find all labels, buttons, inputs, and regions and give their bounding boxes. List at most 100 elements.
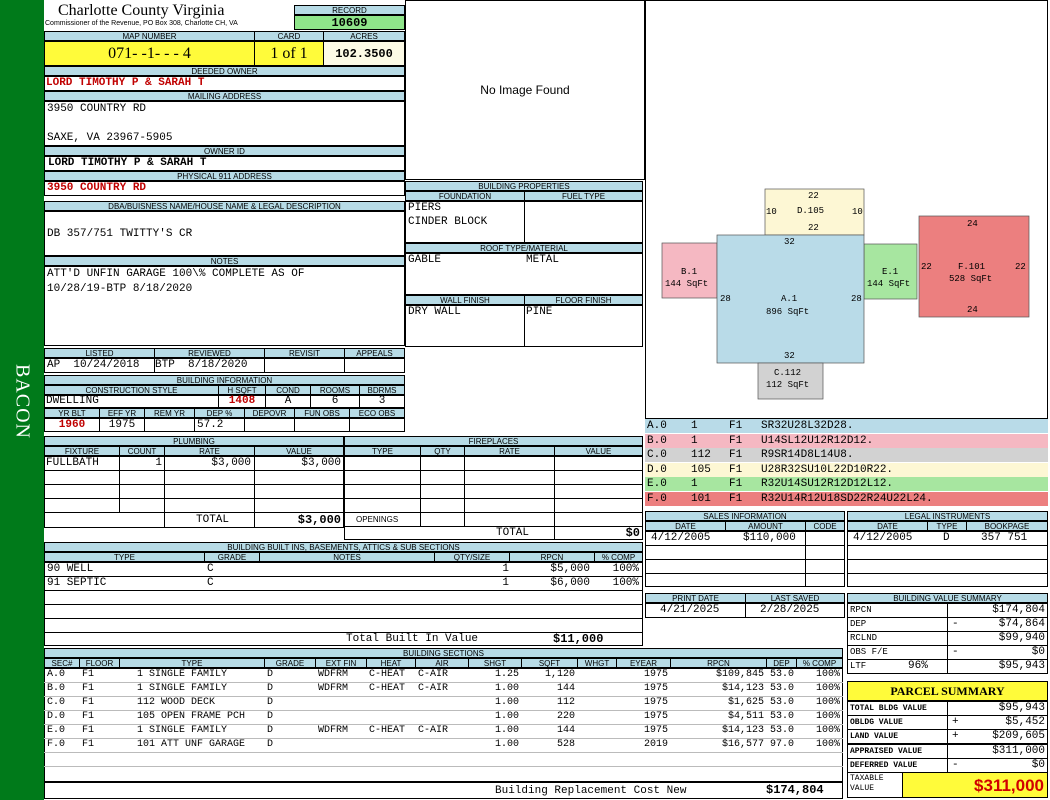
section-cell: 112 WOOD DECK <box>137 697 216 708</box>
yr-blt-header: YR BLT <box>44 408 100 418</box>
wall-finish-value: DRY WALL <box>408 306 461 318</box>
segment-n: 101 <box>691 492 711 505</box>
segment-fl: F1 <box>729 449 743 461</box>
legal-type-header: TYPE <box>927 521 967 531</box>
hsqft-value: 1408 <box>228 395 256 407</box>
taxable-value: $311,000 <box>902 772 1048 798</box>
section-cell: $16,577 <box>721 739 764 750</box>
rate-header: RATE <box>164 446 255 456</box>
rooms-value: 6 <box>331 395 339 407</box>
parcel-sign: + <box>952 716 959 729</box>
section-cell: 1.00 <box>494 711 519 722</box>
parcel-row: TOTAL BLDG VALUE $95,943 <box>847 701 1048 716</box>
section-cell: 1975 <box>643 697 668 708</box>
sketch-E-label: E.1 <box>882 267 899 277</box>
notes-header: NOTES <box>44 256 405 266</box>
dep-pct-value: 57.2 <box>197 419 224 431</box>
sketch-D-dim-right: 10 <box>852 207 863 217</box>
notes-line1: ATT'D UNFIN GARAGE 100\% COMPLETE AS OF <box>47 268 305 280</box>
total-built-in-label: Total Built In Value <box>346 633 479 645</box>
sketch-A-label: A.1 <box>781 294 798 304</box>
record-header: RECORD <box>294 5 405 15</box>
sketch-F-dim-bottom: 24 <box>967 305 978 315</box>
built-ins-notes-header: NOTES <box>259 552 435 562</box>
brcn-value: $174,804 <box>766 783 824 797</box>
built-in-1-grade: C <box>207 577 214 589</box>
parcel-sign: + <box>952 730 959 743</box>
fireplace-type-header: TYPE <box>344 446 421 456</box>
parcel-row: APPRAISED VALUE $311,000 <box>847 743 1048 759</box>
mailing-address-line1: 3950 COUNTRY RD <box>47 103 147 115</box>
fireplace-value-header: VALUE <box>554 446 643 456</box>
parcel-label: APPRAISED VALUE <box>850 746 923 756</box>
building-value-summary-header: BUILDING VALUE SUMMARY <box>847 593 1048 603</box>
section-cell: C-HEAT <box>369 683 406 694</box>
plumbing-total-label: TOTAL <box>196 514 230 526</box>
legal-bookpage-header: BOOKPAGE <box>966 521 1048 531</box>
section-cell: $109,845 <box>715 669 764 680</box>
section-cell: 100% <box>815 697 840 708</box>
section-col-header: EXT FIN <box>315 658 367 668</box>
bdrms-header: BDRMS <box>359 385 405 395</box>
acres-header: ACRES <box>323 31 405 41</box>
deeded-owner-value: LORD TIMOTHY P & SARAH T <box>46 77 205 89</box>
fun-obs-header: FUN OBS <box>294 408 350 418</box>
sketch-D-dim-bottom: 22 <box>808 223 819 233</box>
parcel-label: LAND VALUE <box>850 732 899 742</box>
section-cell: 1.00 <box>494 739 519 750</box>
section-cell: 101 ATT UNF GARAGE <box>137 739 246 750</box>
section-cell: F.0 <box>47 739 66 750</box>
segment-fl: F1 <box>729 478 743 490</box>
section-cell: C-HEAT <box>369 725 406 736</box>
section-cell: F1 <box>82 697 95 708</box>
total-built-in-value: $11,000 <box>553 632 604 646</box>
sketch-A-dim-top: 32 <box>784 237 795 247</box>
section-cell: 144 <box>556 683 575 694</box>
section-cell: 1.00 <box>494 725 519 736</box>
section-cell: 1 SINGLE FAMILY <box>137 669 228 680</box>
section-col-header: WHGT <box>577 658 617 668</box>
segment-fl: F1 <box>729 463 743 476</box>
dba-header: DBA/BUISNESS NAME/HOUSE NAME & LEGAL DES… <box>44 201 405 211</box>
built-ins-grade-header: GRADE <box>204 552 260 562</box>
rooms-header: ROOMS <box>310 385 360 395</box>
building-sections-header: BUILDING SECTIONS <box>44 648 843 658</box>
dep-pct-header: DEP % <box>194 408 245 418</box>
section-cell: 1975 <box>643 669 668 680</box>
section-col-header: HEAT <box>366 658 416 668</box>
segment-fl: F1 <box>729 434 743 447</box>
segment-n: 1 <box>691 420 698 432</box>
count-header: COUNT <box>119 446 165 456</box>
parcel-sign: - <box>952 758 959 771</box>
segment-fl: F1 <box>729 492 743 505</box>
section-cell: 1 SINGLE FAMILY <box>137 725 228 736</box>
parcel-label: TOTAL BLDG VALUE <box>850 704 927 713</box>
section-cell: F1 <box>82 683 95 694</box>
last-saved-header: LAST SAVED <box>745 593 845 603</box>
built-ins-qty-header: QTY/SIZE <box>434 552 510 562</box>
section-cell: 1975 <box>643 711 668 722</box>
segment-sec: B.0 <box>647 434 667 447</box>
section-cell: 100% <box>815 739 840 750</box>
section-cell: 220 <box>556 711 575 722</box>
taxable-label: TAXABLE VALUE <box>850 774 884 793</box>
record-value: 10609 <box>294 15 405 30</box>
parcel-label: OBLDG VALUE <box>850 718 903 728</box>
roof-material-value: METAL <box>526 254 560 266</box>
fireplace-rate-header: RATE <box>464 446 555 456</box>
section-cell: D <box>267 697 274 708</box>
fireplaces-header: FIREPLACES <box>344 436 643 446</box>
print-date-header: PRINT DATE <box>645 593 746 603</box>
section-col-header: RPCN <box>670 658 767 668</box>
section-cell: 1.00 <box>494 683 519 694</box>
bvs-row: LTF 96% $95,943 <box>847 659 1048 674</box>
built-ins-rpcn-header: RPCN <box>509 552 595 562</box>
section-cell: D <box>267 739 274 750</box>
bvs-value: $74,864 <box>998 618 1045 630</box>
plumbing-count: 1 <box>155 457 162 469</box>
building-information-header: BUILDING INFORMATION <box>44 375 405 385</box>
section-cell: 2019 <box>643 739 668 750</box>
sketch-E-sqft: 144 SqFt <box>867 279 911 289</box>
roof-header: ROOF TYPE/MATERIAL <box>405 243 643 253</box>
parcel-row: LAND VALUE + $209,605 <box>847 729 1048 745</box>
